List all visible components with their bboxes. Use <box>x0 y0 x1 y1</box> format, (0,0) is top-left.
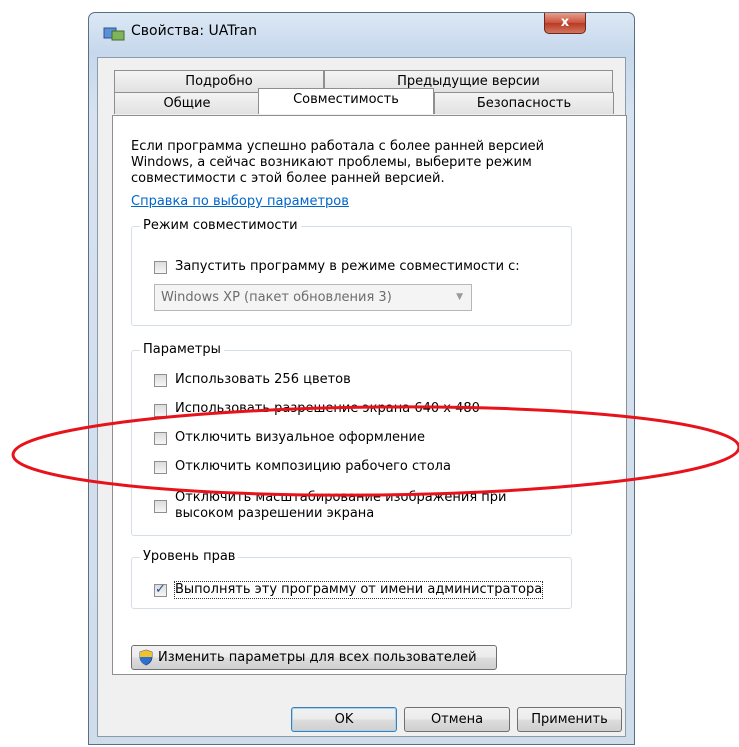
tab-compatibility[interactable]: Совместимость <box>258 88 434 114</box>
option-disable-desktop-composition-label: Отключить композицию рабочего стола <box>175 459 451 474</box>
option-disable-dpi-scaling-label-line1: Отключить масштабирование изображения пр… <box>175 490 507 505</box>
compat-mode-checkbox[interactable] <box>154 261 167 274</box>
params-title: Параметры <box>140 342 224 357</box>
cancel-button[interactable]: Отмена <box>404 707 510 732</box>
option-640x480-label: Использовать разрешение экрана 640 x 480 <box>175 401 480 416</box>
os-version-select[interactable]: Windows XP (пакет обновления 3) ▼ <box>154 284 472 311</box>
option-256-colors-label: Использовать 256 цветов <box>175 372 351 387</box>
option-640x480-checkbox[interactable] <box>154 404 167 417</box>
app-icon <box>103 27 125 41</box>
option-disable-dpi-scaling-checkbox[interactable] <box>154 500 167 513</box>
option-disable-desktop-composition-checkbox[interactable] <box>154 461 167 474</box>
tab-security[interactable]: Безопасность <box>434 92 614 114</box>
help-link[interactable]: Справка по выбору параметров <box>131 194 349 210</box>
ok-button[interactable]: OK <box>291 707 397 732</box>
compat-mode-label: Запустить программу в режиме совместимос… <box>175 259 520 274</box>
chevron-down-icon: ▼ <box>456 292 463 302</box>
compat-mode-group: Режим совместимости <box>131 218 572 326</box>
checkmark-icon: ✓ <box>155 582 166 597</box>
change-settings-all-users-label: Изменить параметры для всех пользователе… <box>158 650 477 665</box>
close-button[interactable]: x <box>544 13 586 34</box>
compat-mode-title: Режим совместимости <box>140 218 301 233</box>
run-as-admin-checkbox[interactable]: ✓ <box>154 582 167 597</box>
intro-text-line2: Windows, а сейчас возникают проблемы, вы… <box>131 155 532 170</box>
os-version-value: Windows XP (пакет обновления 3) <box>161 290 392 305</box>
option-disable-visual-themes-checkbox[interactable] <box>154 432 167 445</box>
uac-shield-icon <box>139 649 153 666</box>
change-settings-all-users-button[interactable]: Изменить параметры для всех пользователе… <box>131 645 497 670</box>
intro-text-line3: совместимости с этой более ранней версие… <box>131 171 445 186</box>
option-256-colors-checkbox[interactable] <box>154 374 167 387</box>
window-title: Свойства: UATran <box>131 23 257 39</box>
run-as-admin-label: Выполнять эту программу от имени админис… <box>173 581 544 599</box>
option-disable-visual-themes-label: Отключить визуальное оформление <box>175 430 425 445</box>
apply-button[interactable]: Применить <box>517 707 622 732</box>
privilege-title: Уровень прав <box>140 549 239 564</box>
tab-general[interactable]: Общие <box>114 92 260 114</box>
intro-text-line1: Если программа успешно работала с более … <box>131 139 545 154</box>
option-disable-dpi-scaling-label-line2: высоком разрешении экрана <box>175 506 375 521</box>
